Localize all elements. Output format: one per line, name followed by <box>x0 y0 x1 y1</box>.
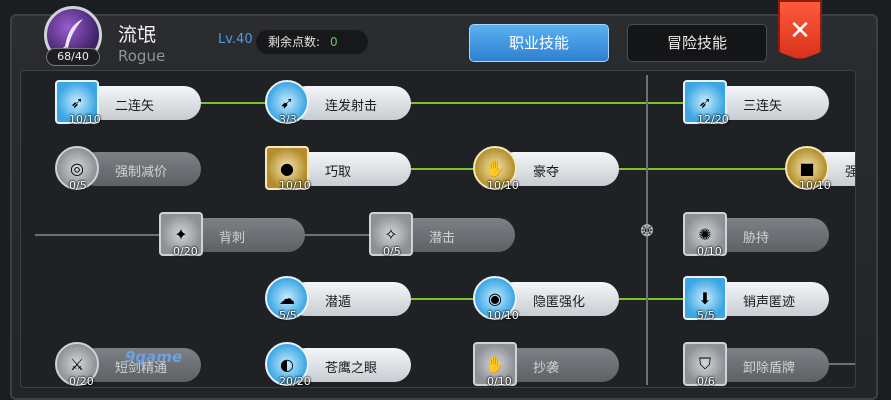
skill-node[interactable]: ✋ 豪夺 10/10 <box>473 146 623 192</box>
skill-name: 强制减价 <box>115 165 168 180</box>
skill-node[interactable]: ✋ 抄袭 0/10 <box>473 342 623 388</box>
skill-node[interactable]: ⬇ 销声匿迹 5/5 <box>683 276 833 322</box>
close-button[interactable]: ✕ <box>778 0 822 60</box>
skill-node[interactable]: ◉ 隐匿强化 10/10 <box>473 276 623 322</box>
skill-node[interactable]: ➹ 连发射击 3/3 <box>265 80 415 126</box>
skill-node[interactable]: ➶ 二连矢 10/10 <box>55 80 205 126</box>
skill-name: 胁持 <box>743 231 770 246</box>
skill-name: 连发射击 <box>325 99 378 114</box>
class-name: 流氓 <box>118 24 157 46</box>
skill-name: 卸除盾牌 <box>743 361 796 376</box>
close-icon: ✕ <box>789 16 811 46</box>
tab-class-skills[interactable]: 职业技能 <box>469 24 609 62</box>
skill-node[interactable]: ◐ 苍鹰之眼 20/20 <box>265 342 415 388</box>
skill-level: 10/10 <box>69 113 101 126</box>
skill-name: 销声匿迹 <box>743 295 796 310</box>
skill-node[interactable]: ➶ 三连矢 12/20 <box>683 80 833 126</box>
skill-name: 隐匿强化 <box>533 295 586 310</box>
skill-node[interactable]: ■ 强 10/10 <box>785 146 855 192</box>
skill-node[interactable]: ✺ 胁持 0/10 <box>683 212 833 258</box>
skill-level: 10/10 <box>487 309 519 322</box>
link-line <box>196 102 266 104</box>
skill-node[interactable]: ☁ 潜遁 5/5 <box>265 276 415 322</box>
skill-name: 抄袭 <box>533 361 560 376</box>
skill-level: 0/10 <box>697 245 722 258</box>
skill-name: 背刺 <box>219 231 246 246</box>
skill-name: 潜击 <box>429 231 456 246</box>
skill-level: 12/20 <box>697 113 729 126</box>
remaining-points-label: 剩余点数: <box>268 35 321 49</box>
skill-level: 3/3 <box>279 113 297 126</box>
skill-level: 10/10 <box>487 179 519 192</box>
skill-name: 强 <box>845 161 855 180</box>
skill-name: 三连矢 <box>743 99 783 114</box>
remaining-points-value: 0 <box>330 35 338 49</box>
link-line <box>616 168 786 170</box>
skill-name: 豪夺 <box>533 165 560 180</box>
tab-adventure-skills[interactable]: 冒险技能 <box>627 24 767 62</box>
lock-line <box>35 234 165 236</box>
skill-node[interactable]: ⛉ 卸除盾牌 0/6 <box>683 342 833 388</box>
skill-name: 潜遁 <box>325 295 352 310</box>
skill-node[interactable]: ✧ 潜击 0/5 <box>369 212 519 258</box>
skill-points-progress: 68/40 <box>46 48 100 66</box>
skill-level: 10/10 <box>799 179 831 192</box>
lock-line <box>301 234 371 236</box>
skill-tree: ❂ ➶ 二连矢 10/10 ➹ 连发射击 3/3 ➶ 三连矢 12/20 ◎ 强… <box>20 70 856 388</box>
skill-level: 0/6 <box>697 375 715 388</box>
skill-level: 10/10 <box>279 179 311 192</box>
skill-level: 0/20 <box>173 245 198 258</box>
skill-level: 5/5 <box>697 309 715 322</box>
skill-level: 5/5 <box>279 309 297 322</box>
skill-node[interactable]: ◎ 强制减价 0/5 <box>55 146 205 192</box>
skill-node[interactable]: ✦ 背刺 0/20 <box>159 212 309 258</box>
skill-name: 巧取 <box>325 165 352 180</box>
skill-name: 二连矢 <box>115 99 155 114</box>
link-line <box>616 298 686 300</box>
skill-level: 20/20 <box>279 375 311 388</box>
level-label: Lv.40 <box>218 32 253 47</box>
remaining-points: 剩余点数: 0 <box>256 30 368 54</box>
skill-level: 0/20 <box>69 375 94 388</box>
skill-level: 0/10 <box>487 375 512 388</box>
link-line <box>406 102 686 104</box>
watermark-logo: 9game <box>125 348 183 366</box>
skill-name: 苍鹰之眼 <box>325 361 378 376</box>
skill-node[interactable]: ● 巧取 10/10 <box>265 146 415 192</box>
class-name-en: Rogue <box>118 47 166 65</box>
divider-ornament-icon: ❂ <box>640 221 654 240</box>
skill-level: 0/5 <box>383 245 401 258</box>
skill-level: 0/5 <box>69 179 87 192</box>
